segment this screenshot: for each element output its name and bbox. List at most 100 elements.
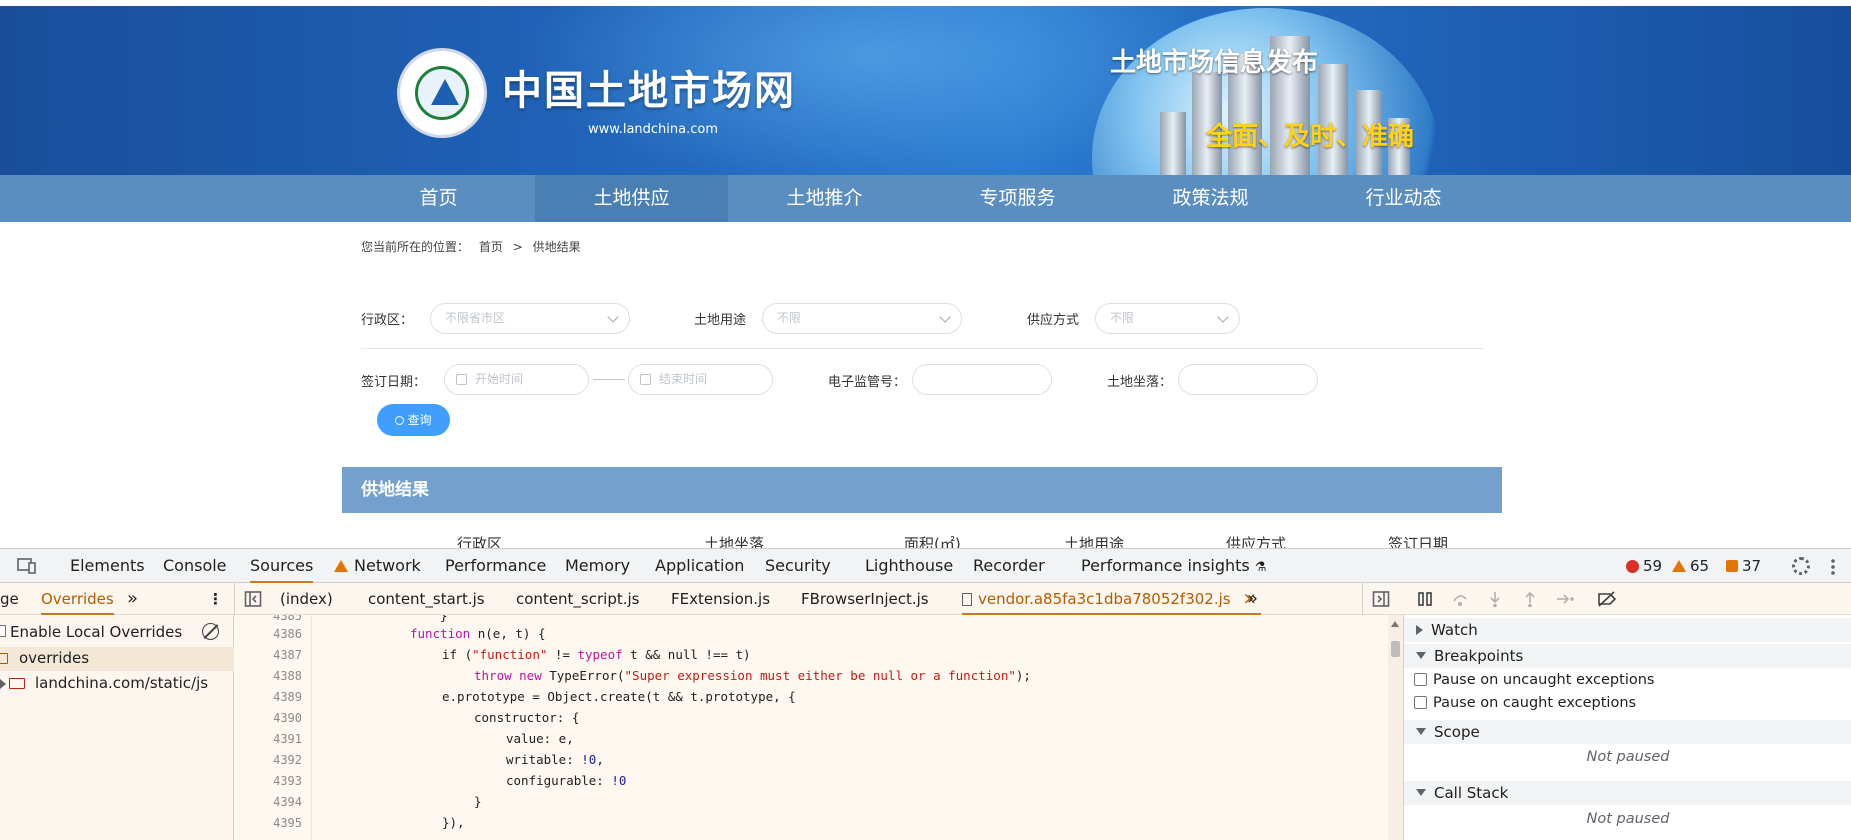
step-over-icon[interactable] (1451, 590, 1469, 608)
breakpoints-section-header[interactable]: Breakpoints (1404, 644, 1851, 668)
error-counter[interactable]: 59 (1626, 549, 1662, 583)
breadcrumb-home[interactable]: 首页 (479, 240, 503, 254)
region-select[interactable]: 不限省市区 (430, 303, 630, 334)
step-icon[interactable] (1555, 590, 1574, 608)
search-button[interactable]: 查询 (377, 404, 450, 436)
pause-caught-row[interactable]: Pause on caught exceptions (1414, 695, 1636, 711)
sources-subbar: ge Overrides » ⋮ (index) content_start.j… (0, 583, 1851, 615)
tab-console[interactable]: Console (163, 549, 227, 583)
info-counter[interactable]: 37 (1726, 549, 1761, 583)
pause-uncaught-row[interactable]: Pause on uncaught exceptions (1414, 672, 1654, 688)
warning-counter[interactable]: 65 (1672, 549, 1709, 583)
tab-recorder[interactable]: Recorder (973, 549, 1045, 583)
line-number[interactable]: 4394 (252, 795, 302, 809)
expand-arrow-icon (0, 679, 6, 689)
file-tab-vendor[interactable]: vendor.a85fa3c1dba78052f302.js × (962, 583, 1261, 615)
deactivate-breakpoints-icon[interactable] (1597, 590, 1617, 608)
enable-local-overrides-row[interactable]: Enable Local Overrides (0, 621, 234, 645)
tab-network[interactable]: Network (334, 549, 421, 583)
toggle-debugger-icon[interactable] (1372, 590, 1390, 608)
tab-performance-insights[interactable]: Performance insights ⚗ (1081, 549, 1266, 583)
checkbox-icon[interactable] (0, 625, 6, 637)
line-number[interactable]: 4391 (252, 732, 302, 746)
device-toolbar-icon[interactable] (17, 557, 36, 575)
more-tabs-chevron-icon[interactable]: » (127, 583, 138, 615)
navigator-tab-page[interactable]: ge (0, 583, 19, 615)
tab-memory[interactable]: Memory (565, 549, 630, 583)
land-use-select[interactable]: 不限 (762, 303, 962, 334)
line-number[interactable]: 4385 (252, 615, 302, 623)
breadcrumb: 您当前所在的位置： 首页 > 供地结果 (361, 238, 587, 255)
more-options-icon[interactable] (1831, 558, 1835, 576)
line-number[interactable]: 4390 (252, 711, 302, 725)
nav-policy[interactable]: 政策法规 (1114, 175, 1307, 222)
file-tab-content-script[interactable]: content_script.js (516, 583, 639, 615)
nav-land-supply[interactable]: 土地供应 (535, 175, 728, 222)
pane-divider (234, 583, 235, 615)
scroll-up-arrow-icon[interactable] (1391, 621, 1399, 627)
toggle-navigator-icon[interactable] (244, 590, 262, 608)
more-files-chevron-icon[interactable]: » (1247, 583, 1258, 615)
line-number[interactable]: 4389 (252, 690, 302, 704)
tree-item-overrides[interactable]: overrides (0, 647, 234, 671)
code-number: !0 (611, 773, 627, 788)
file-tab-index[interactable]: (index) (280, 583, 333, 615)
tree-item-landchina[interactable]: landchina.com/static/js (0, 672, 234, 696)
e-supervision-input[interactable] (912, 364, 1052, 395)
nav-special-services[interactable]: 专项服务 (921, 175, 1114, 222)
code-editor[interactable]: 4385 4386 4387 4388 4389 4390 4391 4392 … (234, 615, 1403, 840)
file-tab-fbrowserinject[interactable]: FBrowserInject.js (801, 583, 929, 615)
tab-sources[interactable]: Sources (250, 549, 314, 583)
line-number[interactable]: 4392 (252, 753, 302, 767)
line-number[interactable]: 4395 (252, 816, 302, 830)
code-scrollbar[interactable] (1388, 615, 1403, 840)
end-date-input[interactable]: 结束时间 (628, 364, 773, 395)
call-stack-label: Call Stack (1434, 784, 1509, 802)
site-name[interactable]: 中国土地市场网 (502, 58, 796, 116)
region-placeholder: 不限省市区 (445, 311, 506, 325)
tab-network-label: Network (354, 556, 421, 575)
tree-item-overrides-label: overrides (19, 649, 90, 667)
land-location-input[interactable] (1178, 364, 1318, 395)
code-line: configurable: !0 (506, 773, 626, 788)
watch-section-header[interactable]: Watch (1404, 618, 1851, 642)
navigator-tab-overrides[interactable]: Overrides (41, 583, 114, 615)
line-number[interactable]: 4388 (252, 669, 302, 683)
step-into-icon[interactable] (1486, 590, 1504, 608)
scroll-thumb[interactable] (1391, 641, 1400, 657)
navigator-menu-icon[interactable]: ⋮ (208, 583, 223, 615)
start-date-input[interactable]: 开始时间 (444, 364, 589, 395)
checkbox-icon[interactable] (1414, 673, 1427, 686)
col-sign-date: 签订日期 (1388, 535, 1449, 548)
tab-security[interactable]: Security (765, 549, 831, 583)
code-text: }), (442, 815, 465, 830)
site-banner: 中国土地市场网 www.landchina.com 土地市场信息发布 全面、及时… (0, 6, 1851, 175)
tab-elements[interactable]: Elements (70, 549, 145, 583)
pause-icon[interactable] (1416, 590, 1434, 608)
nav-industry-news[interactable]: 行业动态 (1307, 175, 1500, 222)
code-string: "function" (472, 647, 548, 662)
checkbox-icon[interactable] (1414, 696, 1427, 709)
scope-section-header[interactable]: Scope (1404, 720, 1851, 744)
file-tab-fextension[interactable]: FExtension.js (671, 583, 770, 615)
file-tab-content-start[interactable]: content_start.js (368, 583, 485, 615)
supply-method-select[interactable]: 不限 (1095, 303, 1240, 334)
site-logo[interactable] (397, 48, 487, 138)
nav-home[interactable]: 首页 (342, 175, 535, 222)
line-number[interactable]: 4386 (252, 627, 302, 641)
settings-gear-icon[interactable] (1792, 557, 1810, 575)
code-text: value: e, (506, 731, 574, 746)
file-icon (962, 593, 972, 606)
call-stack-section-header[interactable]: Call Stack (1404, 781, 1851, 805)
code-text: t && null !== t) (622, 647, 751, 662)
line-number[interactable]: 4387 (252, 648, 302, 662)
tab-performance[interactable]: Performance (445, 549, 546, 583)
code-text: } (440, 615, 448, 623)
line-number[interactable]: 4393 (252, 774, 302, 788)
tab-application[interactable]: Application (655, 549, 744, 583)
enable-local-overrides-label: Enable Local Overrides (10, 623, 183, 641)
tab-lighthouse[interactable]: Lighthouse (865, 549, 953, 583)
nav-land-promotion[interactable]: 土地推介 (728, 175, 921, 222)
code-line: } (474, 794, 482, 809)
step-out-icon[interactable] (1521, 590, 1539, 608)
